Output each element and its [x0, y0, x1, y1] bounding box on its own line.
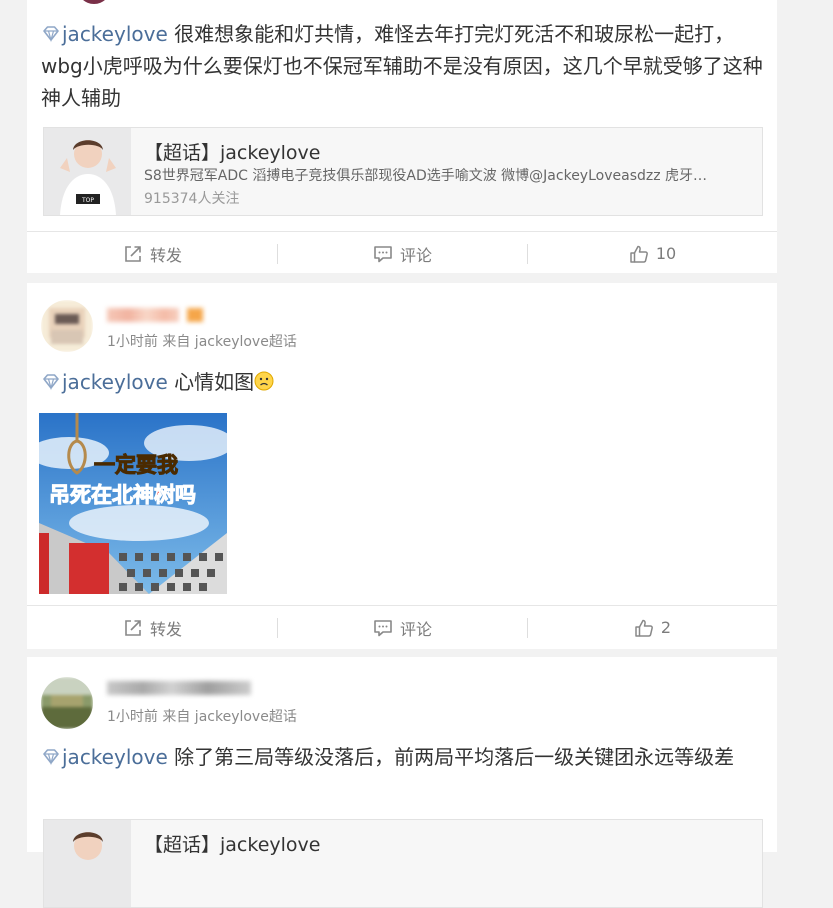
supertopic-title: 【超话】jackeylove: [144, 834, 321, 856]
post-meta: 1小时前 来自 jackeylove超话: [107, 709, 297, 725]
frown-emoji-icon: [254, 371, 274, 391]
comment-icon: [372, 243, 394, 265]
post-text: jackeylove 除了第三局等级没落后，前两局平均落后一级关键团永远等级差: [41, 741, 763, 773]
post-card-3: 1小时前 来自 jackeylove超话 jackeylove 除了第三局等级没…: [27, 657, 777, 908]
post-text: jackeylove 心情如图: [41, 366, 763, 398]
gem-icon: [41, 372, 61, 392]
avatar[interactable]: [41, 677, 93, 729]
supertopic-card[interactable]: TOP 【超话】jackeylove S8世界冠军ADC 滔搏电子竞技俱乐部现役…: [43, 127, 763, 216]
like-button[interactable]: 10: [527, 232, 777, 275]
like-icon: [633, 617, 655, 639]
like-button[interactable]: 2: [527, 606, 777, 649]
hashtag-link[interactable]: jackeylove: [41, 745, 168, 769]
repost-icon: [122, 243, 144, 265]
repost-button[interactable]: 转发: [27, 232, 277, 275]
username-blurred[interactable]: [107, 681, 251, 695]
comment-icon: [372, 617, 394, 639]
supertopic-card[interactable]: 【超话】jackeylove: [43, 819, 763, 908]
supertopic-thumbnail: TOP: [44, 128, 131, 215]
avatar-partial[interactable]: [77, 0, 111, 4]
repost-button[interactable]: 转发: [27, 606, 277, 649]
supertopic-description: S8世界冠军ADC 滔搏电子竞技俱乐部现役AD选手喻文波 微博@JackeyLo…: [144, 168, 708, 184]
username-blurred[interactable]: [107, 308, 179, 322]
action-bar: 转发 评论 10: [27, 231, 777, 275]
post-meta: 1小时前 来自 jackeylove超话: [107, 334, 297, 350]
supertopic-title: 【超话】jackeylove: [144, 142, 321, 164]
image-caption-line-1: 一定要我: [94, 453, 179, 478]
image-caption-line-2: 吊死在北神树吗: [49, 483, 197, 508]
supertopic-thumbnail: [44, 820, 131, 907]
post-text: jackeylove 很难想象能和灯共情，难怪去年打完灯死活不和玻尿松一起打，w…: [41, 22, 763, 110]
supertopic-followers: 915374人关注: [144, 191, 240, 207]
post-card-1: jackeylove 很难想象能和灯共情，难怪去年打完灯死活不和玻尿松一起打，w…: [27, 0, 777, 273]
hashtag-link[interactable]: jackeylove: [41, 370, 168, 394]
post-image[interactable]: 一定要我 吊死在北神树吗: [39, 413, 227, 594]
avatar[interactable]: [41, 300, 93, 352]
gem-icon: [41, 747, 61, 767]
comment-button[interactable]: 评论: [277, 606, 527, 649]
user-badge-icon: [187, 308, 203, 322]
svg-text:TOP: TOP: [81, 197, 94, 204]
hashtag-link[interactable]: jackeylove: [41, 22, 168, 46]
post-card-2: 1小时前 来自 jackeylove超话 jackeylove 心情如图 一定要…: [27, 283, 777, 649]
like-icon: [628, 243, 650, 265]
comment-button[interactable]: 评论: [277, 232, 527, 275]
action-bar: 转发 评论 2: [27, 605, 777, 649]
gem-icon: [41, 24, 61, 44]
repost-icon: [122, 617, 144, 639]
